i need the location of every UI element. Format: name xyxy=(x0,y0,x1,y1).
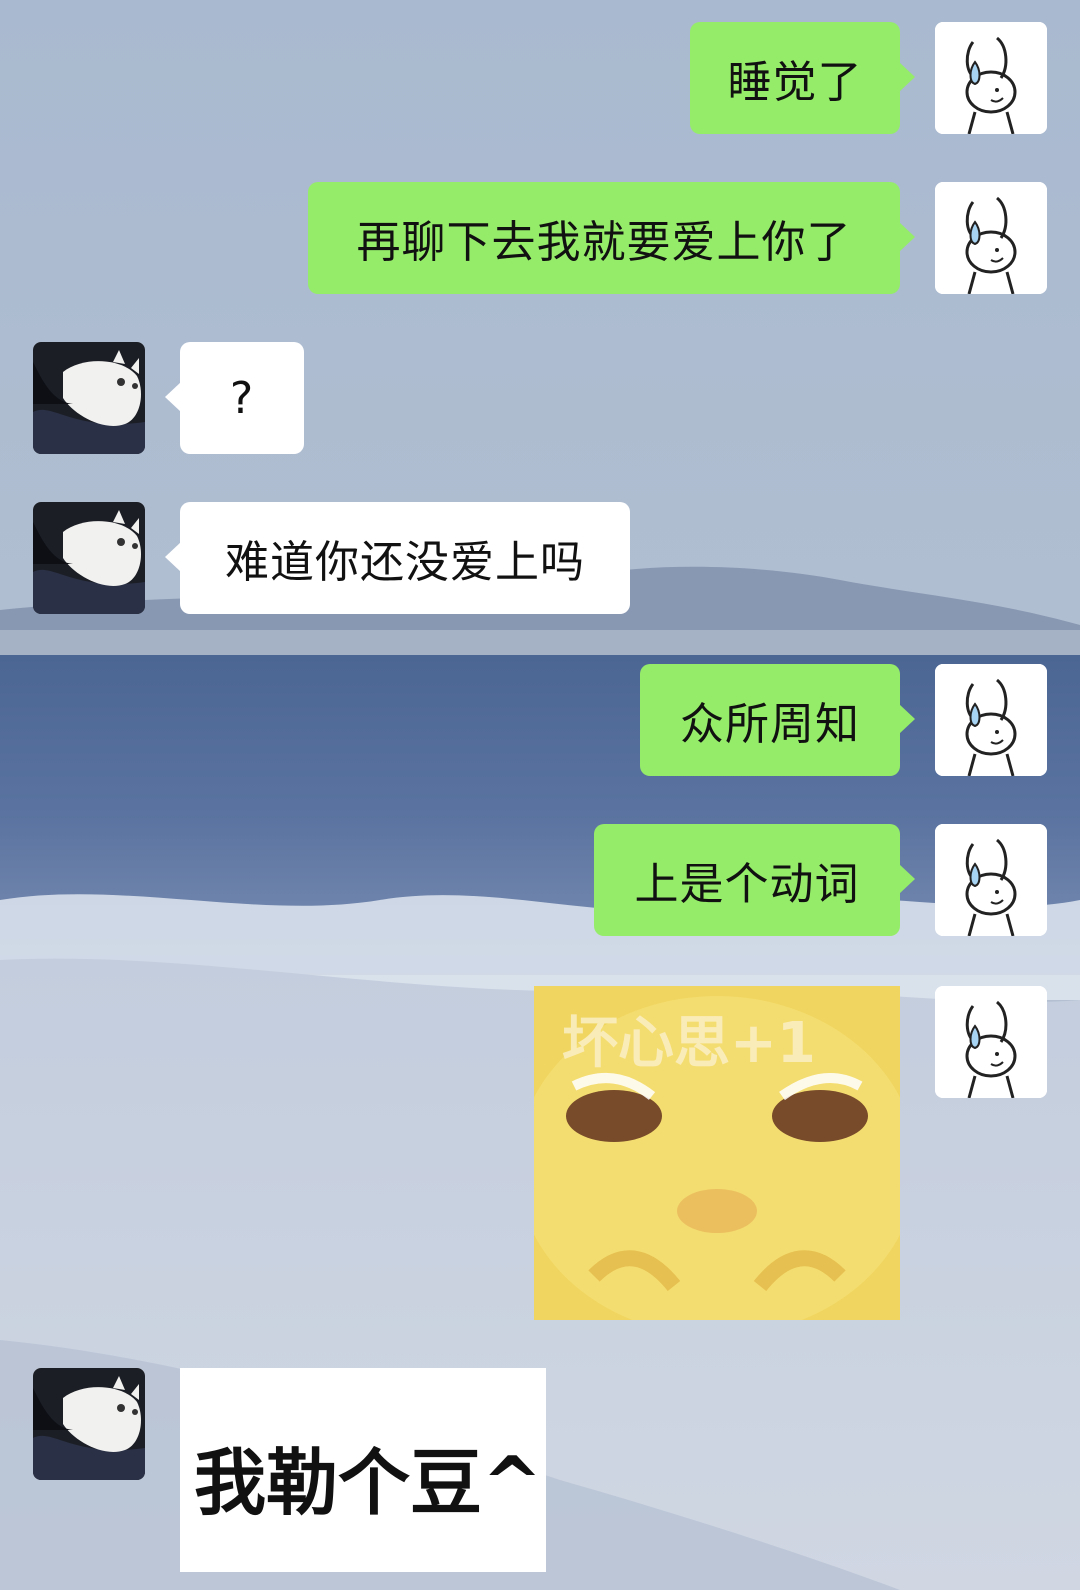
contact-avatar[interactable] xyxy=(33,1368,145,1480)
sticker-caption: 我勒个豆^ xyxy=(194,1441,543,1525)
message-row-8: 我勒个豆^ xyxy=(0,0,1080,1590)
white-cat-photo xyxy=(33,1368,145,1480)
sticker-text-meme[interactable]: 我勒个豆^ xyxy=(180,1368,546,1572)
